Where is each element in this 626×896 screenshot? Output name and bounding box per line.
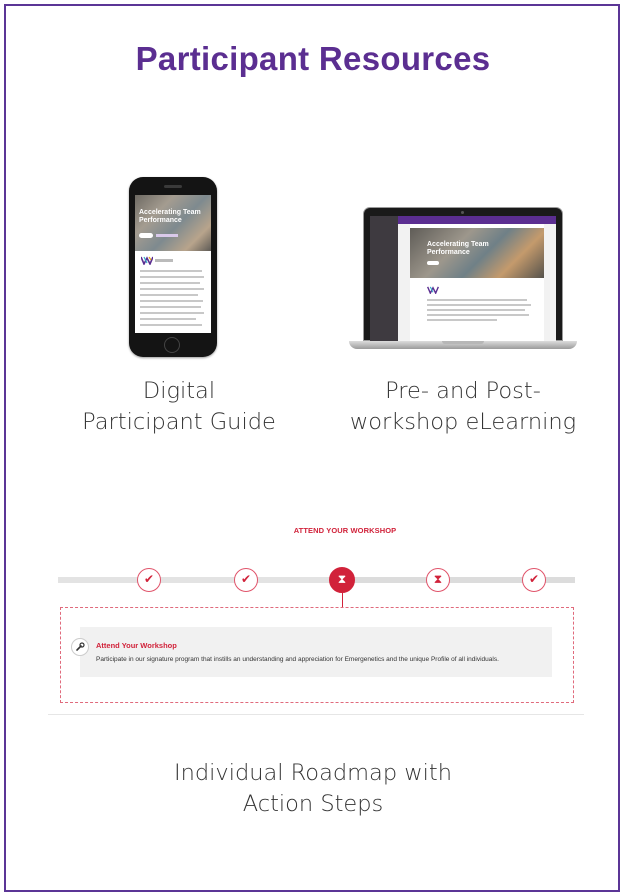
roadmap-step-2[interactable]: ✔ bbox=[234, 568, 258, 592]
caption-roadmap: Individual Roadmap with Action Steps bbox=[110, 758, 516, 820]
laptop-hero-title: Accelerating Team Performance bbox=[427, 241, 489, 256]
phone-screen: Accelerating Team Performance bbox=[135, 195, 211, 333]
check-icon: ✔ bbox=[240, 572, 252, 586]
phone-hero-title: Accelerating Team Performance bbox=[139, 209, 201, 224]
roadmap-step-4[interactable]: ⧗ bbox=[426, 568, 450, 592]
phone-text-line bbox=[140, 276, 204, 278]
laptop-notch bbox=[442, 341, 484, 344]
roadmap-step-1[interactable]: ✔ bbox=[137, 568, 161, 592]
phone-home-button bbox=[164, 337, 180, 353]
laptop-text-line bbox=[427, 299, 527, 301]
caption-line: workshop eLearning bbox=[349, 409, 577, 435]
phone-text-line bbox=[140, 288, 204, 290]
caption-elearning: Pre- and Post- workshop eLearning bbox=[330, 376, 596, 438]
laptop-text-line bbox=[427, 309, 525, 311]
caption-line: Action Steps bbox=[242, 791, 384, 817]
phone-hero-button bbox=[139, 233, 153, 238]
phone-text-line bbox=[140, 324, 202, 326]
roadmap-detail-panel bbox=[80, 627, 552, 677]
phone-hero-link bbox=[156, 234, 178, 237]
roadmap-track-progress bbox=[58, 577, 343, 583]
phone-text-line bbox=[140, 318, 196, 320]
phone-text-line bbox=[140, 300, 203, 302]
page-title: Participant Resources bbox=[135, 40, 491, 77]
roadmap-detail-description: Participate in our signature program tha… bbox=[96, 656, 499, 663]
caption-line: Participant Guide bbox=[82, 409, 276, 435]
phone-text-line bbox=[140, 282, 200, 284]
caption-line: Pre- and Post- bbox=[385, 378, 541, 404]
phone-text-line bbox=[140, 312, 204, 314]
hourglass-icon: ⧗ bbox=[433, 572, 443, 586]
laptop-mockup: Accelerating Team Performance bbox=[363, 207, 563, 342]
laptop-camera bbox=[461, 211, 464, 214]
wrench-icon bbox=[71, 638, 89, 656]
laptop-screen: Accelerating Team Performance bbox=[370, 216, 556, 342]
roadmap-connector bbox=[342, 593, 343, 608]
hourglass-icon: ⧗ bbox=[337, 572, 347, 586]
roadmap-step-3[interactable]: ⧗ bbox=[329, 567, 355, 593]
laptop-topbar bbox=[398, 216, 556, 224]
roadmap-active-label: ATTEND YOUR WORKSHOP bbox=[293, 526, 397, 535]
check-icon: ✔ bbox=[528, 572, 540, 586]
logo-icon bbox=[141, 256, 153, 265]
phone-text-line bbox=[140, 306, 201, 308]
phone-speaker bbox=[164, 185, 182, 188]
caption-line: Individual Roadmap with bbox=[173, 760, 453, 786]
check-icon: ✔ bbox=[143, 572, 155, 586]
roadmap-step-5[interactable]: ✔ bbox=[522, 568, 546, 592]
phone-text-line bbox=[140, 270, 202, 272]
laptop-text-line bbox=[427, 319, 497, 321]
logo-icon bbox=[427, 286, 439, 294]
laptop-sidebar bbox=[370, 216, 398, 342]
roadmap-divider bbox=[48, 714, 584, 715]
laptop-content: Accelerating Team Performance bbox=[410, 224, 544, 342]
phone-logo-text bbox=[155, 259, 173, 262]
caption-digital-guide: Digital Participant Guide bbox=[68, 376, 290, 438]
phone-mockup: Accelerating Team Performance bbox=[129, 177, 217, 357]
laptop-text-line bbox=[427, 304, 531, 306]
laptop-text-line bbox=[427, 314, 529, 316]
phone-text-line bbox=[140, 294, 198, 296]
roadmap-detail-title[interactable]: Attend Your Workshop bbox=[96, 641, 177, 650]
laptop-hero-button bbox=[427, 261, 439, 265]
caption-line: Digital bbox=[142, 378, 216, 404]
